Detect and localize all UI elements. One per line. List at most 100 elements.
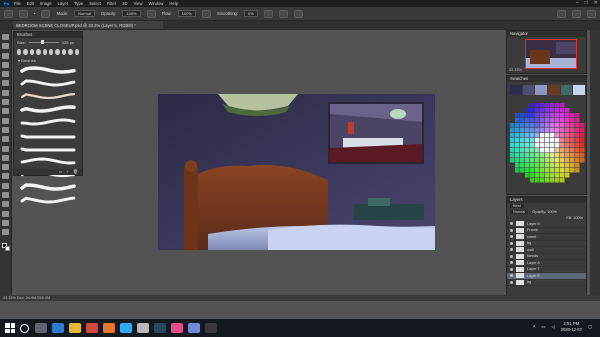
swatch-cell[interactable]	[535, 128, 540, 133]
menu-image[interactable]: Image	[40, 1, 52, 6]
swatch-cell[interactable]	[565, 138, 570, 143]
swatch-cell[interactable]	[565, 163, 570, 168]
swatch-cell[interactable]	[530, 108, 535, 113]
brush-tip-preset[interactable]	[61, 49, 67, 55]
swatch-cell[interactable]	[525, 138, 530, 143]
brush-tip-preset[interactable]	[17, 49, 22, 55]
recent-swatch[interactable]	[535, 85, 548, 95]
swatch-cell[interactable]	[550, 178, 555, 183]
layer-visibility-eye-icon[interactable]	[510, 241, 513, 245]
swatch-cell[interactable]	[580, 133, 585, 138]
swatch-cell[interactable]	[550, 133, 555, 138]
swatch-cell[interactable]	[560, 173, 565, 178]
swatch-cell[interactable]	[540, 168, 545, 173]
chevron-up-icon[interactable]: ˄	[533, 324, 535, 329]
swatch-cell[interactable]	[535, 133, 540, 138]
swatch-cell[interactable]	[535, 108, 540, 113]
swatch-cell[interactable]	[570, 118, 575, 123]
swatch-cell[interactable]	[570, 123, 575, 128]
history-brush-tool-icon[interactable]	[2, 126, 9, 133]
swatch-cell[interactable]	[545, 123, 550, 128]
new-brush-folder-icon[interactable]: ▭	[59, 169, 63, 175]
crop-tool-icon[interactable]	[2, 71, 9, 78]
layer-blend-mode[interactable]: Normal	[510, 210, 529, 214]
swatch-cell[interactable]	[540, 163, 545, 168]
swatch-cell[interactable]	[560, 103, 565, 108]
swatch-cell[interactable]	[555, 118, 560, 123]
swatch-cell[interactable]	[520, 138, 525, 143]
swatch-cell[interactable]	[535, 113, 540, 118]
recent-swatch[interactable]	[522, 85, 535, 95]
chrome-app-icon[interactable]	[86, 323, 98, 333]
document-canvas[interactable]	[158, 94, 435, 250]
marquee-tool-icon[interactable]	[2, 43, 9, 50]
swatch-cell[interactable]	[515, 143, 520, 148]
swatch-cell[interactable]	[540, 108, 545, 113]
swatch-cell[interactable]	[580, 128, 585, 133]
swatch-cell[interactable]	[525, 163, 530, 168]
swatch-cell[interactable]	[575, 113, 580, 118]
layer-visibility-eye-icon[interactable]	[510, 280, 513, 284]
swatch-cell[interactable]	[520, 118, 525, 123]
menu-view[interactable]: View	[134, 1, 143, 6]
swatch-cell[interactable]	[520, 113, 525, 118]
swatch-cell[interactable]	[550, 143, 555, 148]
swatch-cell[interactable]	[545, 148, 550, 153]
swatch-cell[interactable]	[530, 178, 535, 183]
layer-visibility-eye-icon[interactable]	[510, 267, 513, 271]
swatch-cell[interactable]	[560, 108, 565, 113]
swatch-cell[interactable]	[560, 148, 565, 153]
swatch-cell[interactable]	[555, 158, 560, 163]
swatch-cell[interactable]	[570, 148, 575, 153]
swatch-cell[interactable]	[575, 118, 580, 123]
swatch-cell[interactable]	[545, 143, 550, 148]
swatch-cell[interactable]	[535, 178, 540, 183]
swatch-cell[interactable]	[515, 153, 520, 158]
swatch-cell[interactable]	[535, 173, 540, 178]
swatch-cell[interactable]	[540, 133, 545, 138]
swatch-cell[interactable]	[540, 158, 545, 163]
swatch-cell[interactable]	[530, 148, 535, 153]
swatch-cell[interactable]	[560, 133, 565, 138]
lasso-tool-icon[interactable]	[2, 52, 9, 59]
eyedropper-tool-icon[interactable]	[2, 89, 9, 96]
swatch-cell[interactable]	[565, 123, 570, 128]
swatch-cell[interactable]	[575, 163, 580, 168]
swatch-cell[interactable]	[535, 158, 540, 163]
swatch-cell[interactable]	[560, 118, 565, 123]
swatch-cell[interactable]	[535, 153, 540, 158]
swatch-cell[interactable]	[540, 123, 545, 128]
swatch-cell[interactable]	[570, 128, 575, 133]
swatch-cell[interactable]	[565, 168, 570, 173]
swatch-cell[interactable]	[560, 158, 565, 163]
swatch-cell[interactable]	[565, 153, 570, 158]
blur-tool-icon[interactable]	[2, 154, 9, 161]
swatch-cell[interactable]	[575, 143, 580, 148]
swatch-cell[interactable]	[545, 168, 550, 173]
swatch-cell[interactable]	[540, 148, 545, 153]
menu-file[interactable]: File	[14, 1, 21, 6]
clip-app-icon[interactable]	[137, 323, 149, 333]
swatch-cell[interactable]	[545, 173, 550, 178]
notifications-icon[interactable]: ▢	[588, 324, 592, 329]
swatch-cell[interactable]	[545, 118, 550, 123]
swatch-cell[interactable]	[555, 143, 560, 148]
healing-tool-icon[interactable]	[2, 99, 9, 106]
swatch-cell[interactable]	[510, 123, 515, 128]
swatch-cell[interactable]	[570, 113, 575, 118]
swatch-cell[interactable]	[515, 118, 520, 123]
layer-visibility-eye-icon[interactable]	[510, 261, 513, 265]
minimize-button[interactable]: –	[576, 0, 579, 6]
swatch-cell[interactable]	[550, 138, 555, 143]
swatch-cell[interactable]	[550, 163, 555, 168]
swatch-cell[interactable]	[545, 158, 550, 163]
swatch-cell[interactable]	[550, 103, 555, 108]
swatch-cell[interactable]	[510, 128, 515, 133]
swatch-color-wheel[interactable]	[510, 98, 585, 188]
swatch-cell[interactable]	[555, 173, 560, 178]
swatch-cell[interactable]	[555, 153, 560, 158]
swatch-cell[interactable]	[510, 133, 515, 138]
swatch-cell[interactable]	[555, 113, 560, 118]
layer-visibility-eye-icon[interactable]	[510, 228, 513, 232]
swatch-cell[interactable]	[530, 128, 535, 133]
